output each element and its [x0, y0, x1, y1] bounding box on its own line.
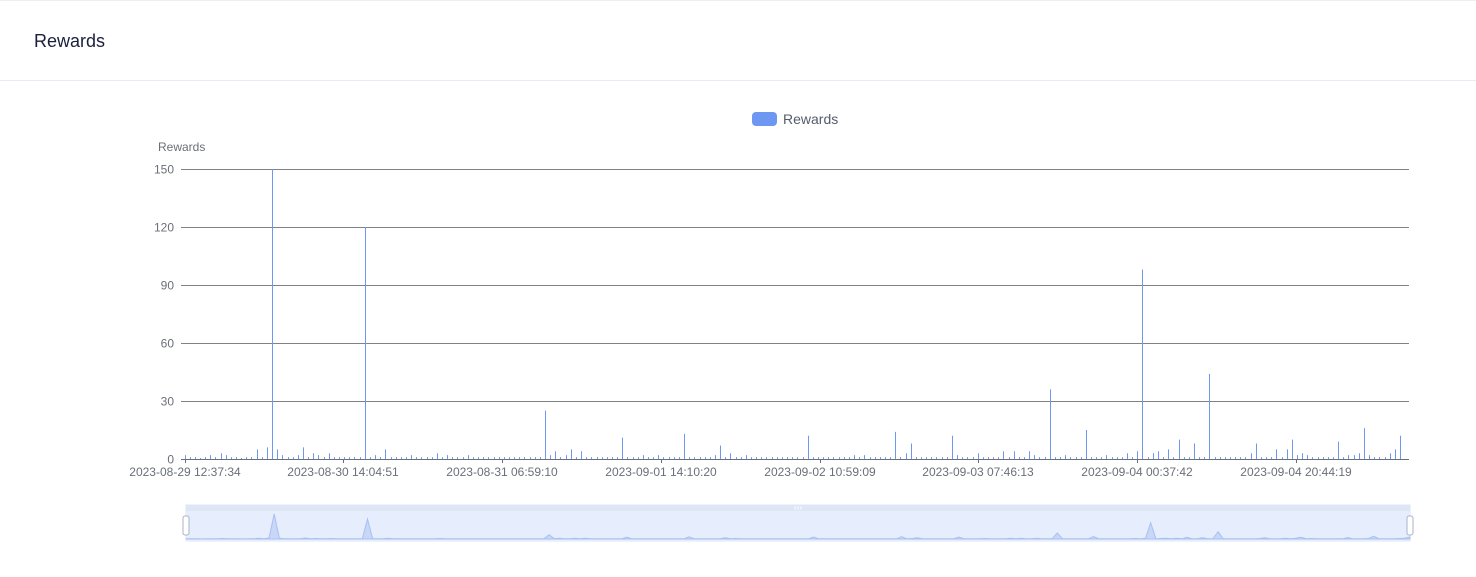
y-tick-label: 90	[161, 279, 175, 293]
x-tick-label: 2023-08-31 06:59:10	[446, 465, 558, 479]
y-tick-label: 60	[161, 337, 175, 351]
bar-series	[185, 169, 1401, 459]
x-axis-labels: 2023-08-29 12:37:34 2023-08-30 14:04:51 20…	[129, 465, 1352, 479]
x-tick-label: 2023-09-01 14:10:20	[605, 465, 717, 479]
x-tick-label: 2023-08-30 14:04:51	[287, 465, 399, 479]
y-axis-name: Rewards	[158, 140, 205, 154]
y-axis-labels: 0306090120150	[154, 163, 174, 467]
slider-right-handle[interactable]	[1406, 515, 1414, 536]
y-tick-label: 120	[154, 221, 174, 235]
x-tick-label: 2023-08-29 12:37:34	[129, 465, 241, 479]
y-tick-label: 150	[154, 163, 174, 177]
x-tick-label: 2023-09-04 00:37:42	[1081, 465, 1193, 479]
data-zoom-slider[interactable]	[182, 504, 1414, 542]
y-tick-label: 30	[161, 395, 175, 409]
x-tick-label: 2023-09-02 10:59:09	[764, 465, 876, 479]
x-tick-label: 2023-09-03 07:46:13	[922, 465, 1034, 479]
slider-left-handle[interactable]	[182, 515, 190, 536]
rewards-chart: Rewards 0306090120150 2023-08-29 12:37:3…	[129, 140, 1414, 542]
x-tick-label: 2023-09-04 20:44:19	[1240, 465, 1352, 479]
